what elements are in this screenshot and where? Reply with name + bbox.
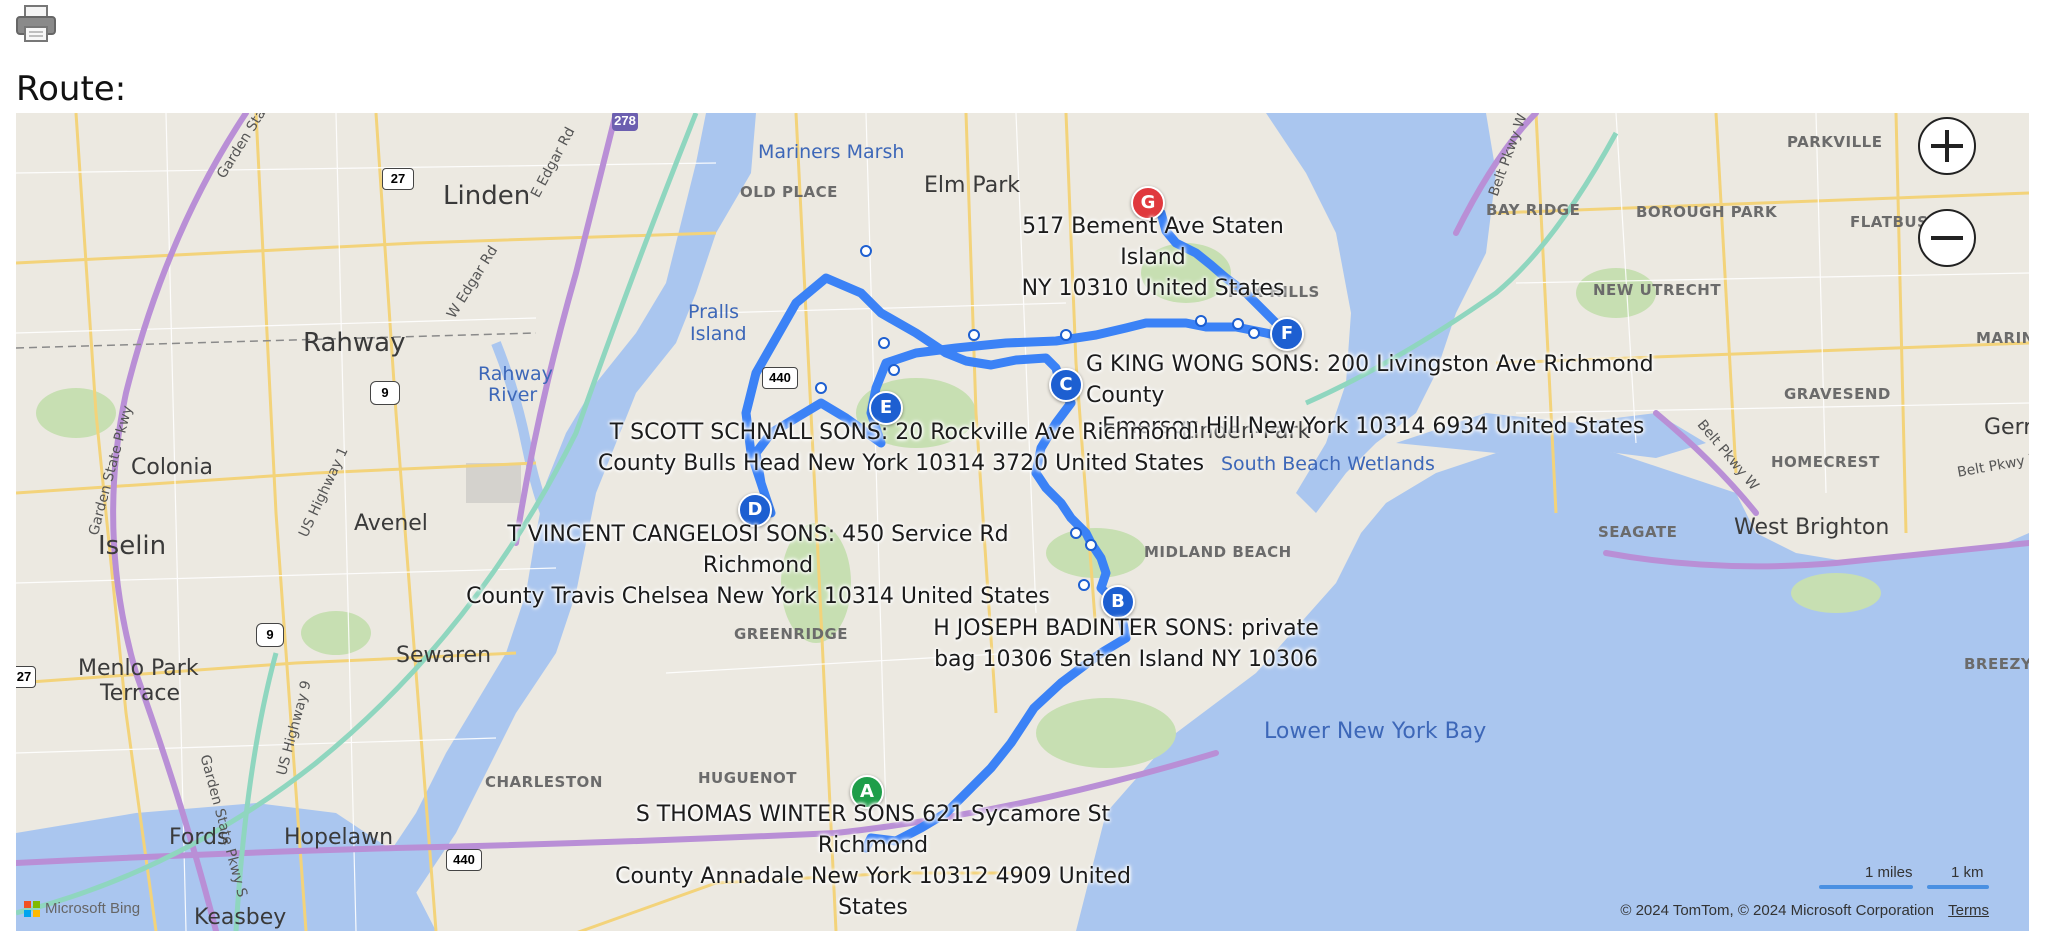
stop-label-e: T SCOTT SCHNALL SONS: 20 Rockville Ave R… (596, 417, 1206, 479)
terms-link[interactable]: Terms (1948, 902, 1989, 919)
shield-r27b: 27 (16, 666, 36, 688)
stop-label-a: S THOMAS WINTER SONS 621 Sycamore St Ric… (588, 799, 1158, 923)
stop-label-e-line2: County Bulls Head New York 10314 3720 Un… (597, 451, 1205, 476)
stop-label-a-line2: County Annadale New York 10312 4909 Unit… (615, 864, 1131, 920)
stop-label-g-line2: NY 10310 United States (1021, 276, 1285, 301)
map-view[interactable]: Linden Rahway Colonia Iselin Avenel Sewa… (16, 113, 2029, 931)
stop-label-b: H JOSEPH BADINTER SONS: private bag 1030… (928, 613, 1324, 675)
waypoint-dot (815, 382, 827, 394)
waypoint-dot (968, 329, 980, 341)
shield-r440b: 440 (446, 849, 482, 871)
scale-miles-label: 1 miles (1865, 864, 1913, 881)
scale-bar: 1 miles 1 km (1819, 863, 1989, 889)
copyright: © 2024 TomTom, © 2024 Microsoft Corporat… (1620, 902, 1989, 919)
waypoint-dot (860, 245, 872, 257)
waypoint-dot (1232, 318, 1244, 330)
waypoint-dot (888, 364, 900, 376)
microsoft-logo-icon (24, 900, 40, 917)
waypoint-dot (1060, 329, 1072, 341)
shield-i278: 278 (612, 113, 638, 131)
copyright-text: © 2024 TomTom, © 2024 Microsoft Corporat… (1620, 902, 1934, 919)
stop-label-b-line2: bag 10306 Staten Island NY 10306 (934, 647, 1318, 672)
stop-label-g: 517 Bement Ave Staten Island NY 10310 Un… (988, 211, 1318, 304)
scale-km-line (1927, 885, 1989, 889)
route-heading: Route: (16, 69, 127, 109)
stop-label-b-line1: H JOSEPH BADINTER SONS: private (933, 616, 1319, 641)
zoom-in-button[interactable] (1918, 117, 1976, 175)
shield-r9a: 9 (370, 381, 400, 405)
stop-marker-f[interactable]: F (1270, 317, 1304, 351)
zoom-out-button[interactable] (1918, 209, 1976, 267)
stop-marker-c[interactable]: C (1049, 368, 1083, 402)
bing-logo-text: Microsoft Bing (45, 900, 141, 917)
stop-label-a-line1: S THOMAS WINTER SONS 621 Sycamore St Ric… (635, 802, 1111, 858)
stop-label-c-line1: G KING WONG SONS: 200 Livingston Ave Ric… (1086, 352, 1654, 408)
stop-label-g-line1: 517 Bement Ave Staten Island (1022, 214, 1284, 270)
waypoint-dot (1070, 527, 1082, 539)
print-button[interactable] (14, 4, 58, 44)
shield-r27: 27 (382, 168, 414, 190)
shield-r9b: 9 (256, 623, 284, 647)
waypoint-dot (1085, 539, 1097, 551)
stop-label-d-line2: County Travis Chelsea New York 10314 Uni… (466, 584, 1050, 609)
bing-logo[interactable]: Microsoft Bing (24, 900, 140, 917)
waypoint-dot (1248, 327, 1260, 339)
shield-r440a: 440 (762, 367, 798, 389)
scale-km-label: 1 km (1951, 864, 1984, 881)
waypoint-dot (1195, 315, 1207, 327)
stop-label-e-line1: T SCOTT SCHNALL SONS: 20 Rockville Ave R… (609, 420, 1193, 445)
waypoint-dot (878, 337, 890, 349)
waypoint-dot (1078, 579, 1090, 591)
printer-icon (16, 5, 56, 42)
stop-label-d: T VINCENT CANGELOSI SONS: 450 Service Rd… (458, 519, 1058, 612)
stop-label-d-line1: T VINCENT CANGELOSI SONS: 450 Service Rd… (507, 522, 1009, 578)
scale-miles-line (1819, 885, 1913, 889)
